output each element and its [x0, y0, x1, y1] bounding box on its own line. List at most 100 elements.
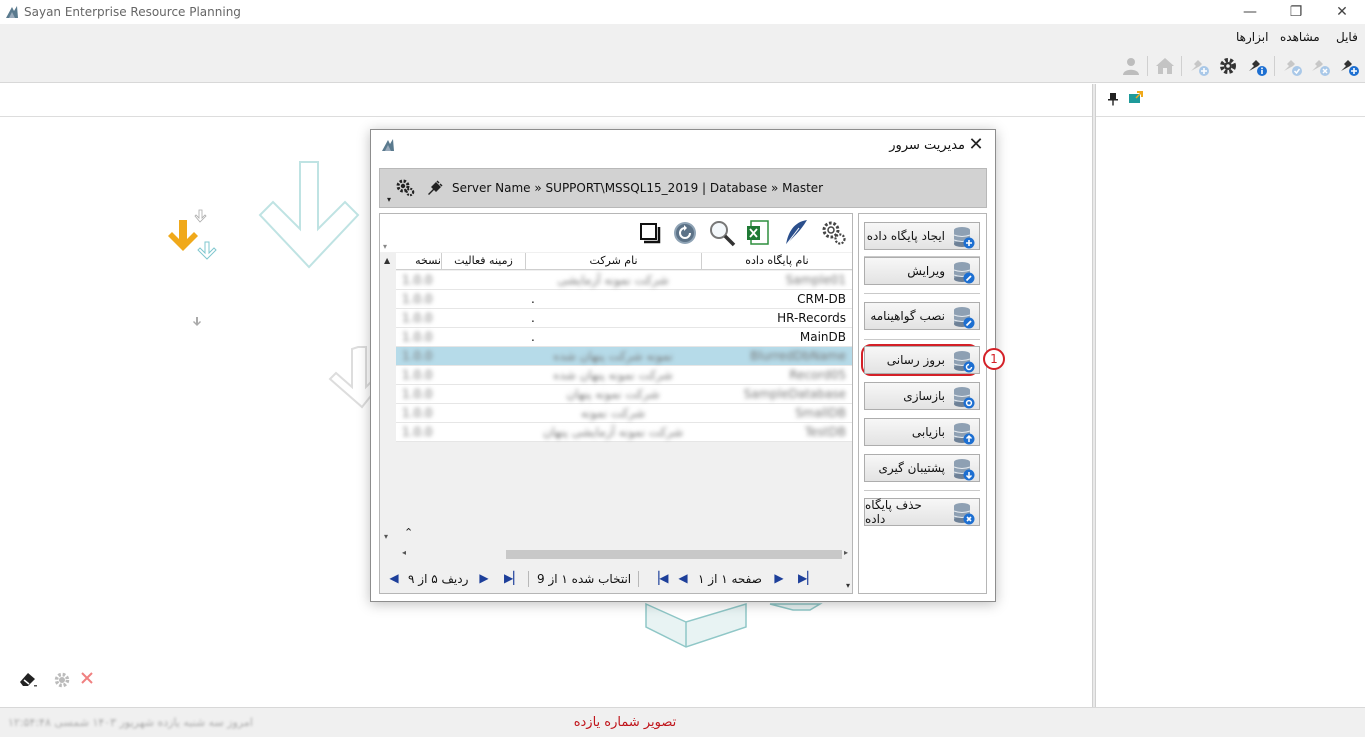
grid-toolbar: ▾ [380, 214, 852, 252]
pin-icon[interactable] [1107, 92, 1119, 109]
app-logo-icon [5, 5, 19, 22]
app-title: Sayan Enterprise Resource Planning [24, 5, 241, 19]
table-row[interactable]: MainDB . 1.0.0 [396, 328, 852, 347]
column-db-name[interactable]: نام پایگاه داده [701, 253, 852, 270]
table-row[interactable]: SmallDB شرکت نمونه 1.0.0 [396, 404, 852, 423]
grid-header: نام پایگاه داده نام شرکت زمینه فعالیت نس… [396, 253, 852, 270]
row-prev-icon[interactable]: ◀ [388, 571, 400, 585]
update-database-button[interactable]: بروز رسانی [864, 346, 980, 374]
restore-button[interactable]: ❐ [1273, 0, 1319, 24]
dialog-close-button[interactable]: ✕ [965, 134, 987, 156]
table-row[interactable]: TestDB شرکت نمونه آزمایشی پنهان 1.0.0 [396, 423, 852, 442]
row-last-icon[interactable]: ▶▏ [504, 571, 522, 585]
table-row[interactable]: CRM-DB . 1.0.0 [396, 290, 852, 309]
excel-icon[interactable] [745, 219, 771, 250]
table-row[interactable]: Record05 شرکت نمونه پنهان شده 1.0.0 [396, 366, 852, 385]
page-first-icon[interactable]: ▕◀ [650, 571, 668, 585]
menu-bar: فایل مشاهده ابزارها [0, 24, 1365, 48]
plugin-add-icon[interactable] [1337, 54, 1361, 78]
scrollbar-thumb[interactable] [506, 550, 842, 559]
scroll-right-icon[interactable]: ▸ [844, 548, 848, 557]
page-prev-icon[interactable]: ◀ [677, 571, 689, 585]
database-add-icon [952, 226, 976, 253]
sort-up-icon[interactable]: ▲ [384, 256, 390, 265]
server-management-dialog: مدیریت سرور ✕ ▾ Server Name » SUPPORT\MS… [370, 129, 1005, 602]
create-database-button[interactable]: ایجاد پایگاه داده [864, 222, 980, 250]
database-recover-icon [952, 422, 976, 449]
copy-icon[interactable] [638, 221, 662, 248]
page-position-text: صفحه ۱ از ۱ [698, 572, 762, 586]
dropdown-arrow-icon[interactable]: ▾ [387, 195, 391, 204]
document-tab-bar [0, 84, 1092, 117]
plugin-info-icon[interactable] [1245, 54, 1269, 78]
settings-gears-icon[interactable] [394, 177, 416, 202]
column-company[interactable]: نام شرکت [525, 253, 701, 270]
database-grid-panel: ▾ ▲ نام پایگاه داده نام شرکت زمینه فعالی… [379, 213, 853, 594]
home-icon[interactable] [1153, 54, 1177, 78]
collapse-up-icon[interactable]: ⌃ [404, 526, 413, 539]
row-next-icon[interactable]: ▶ [478, 571, 490, 585]
close-window-button[interactable]: ✕ [1319, 0, 1365, 24]
eraser-icon[interactable] [18, 670, 38, 691]
recover-database-button[interactable]: بازیابی [864, 418, 980, 446]
menu-file[interactable]: فایل [1336, 30, 1358, 44]
backup-database-button[interactable]: پشتیبان گیری [864, 454, 980, 482]
status-bar: امروز سه شنبه یازده شهریور ۱۴۰۳ شمسی ۱۲:… [0, 707, 1365, 737]
scroll-left-icon[interactable]: ◂ [402, 548, 406, 557]
database-certificate-icon [952, 306, 976, 333]
close-red-icon[interactable] [80, 671, 94, 688]
database-backup-icon [952, 458, 976, 485]
action-panel: ایجاد پایگاه داده ویرایش نصب گواهینامه ب… [858, 213, 987, 594]
connection-info: Server Name » SUPPORT\MSSQL15_2019 | Dat… [452, 181, 824, 195]
horizontal-scrollbar[interactable]: ◂ ▸ [396, 548, 852, 560]
main-toolbar [0, 48, 1365, 83]
database-edit-icon [952, 261, 976, 288]
database-update-icon [952, 350, 976, 377]
title-bar: Sayan Enterprise Resource Planning — ❐ ✕ [0, 0, 1365, 24]
right-panel [1096, 84, 1365, 707]
settings-disabled-icon[interactable] [53, 671, 71, 692]
grid-body: Sample01 شرکت نمونه آزمایشی 1.0.0 CRM-DB… [396, 271, 852, 525]
row-dropdown-icon[interactable]: ▾ [384, 532, 388, 541]
plug-icon[interactable] [426, 179, 444, 200]
page-next-icon[interactable]: ▶ [773, 571, 785, 585]
bottom-tools [18, 670, 98, 690]
table-row[interactable]: SampleDatabase شرکت نمونه پنهان 1.0.0 [396, 385, 852, 404]
table-row[interactable]: Sample01 شرکت نمونه آزمایشی 1.0.0 [396, 271, 852, 290]
connection-bar: ▾ Server Name » SUPPORT\MSSQL15_2019 | D… [379, 168, 987, 208]
pager-dropdown-icon[interactable]: ▾ [846, 581, 850, 590]
feather-pen-icon[interactable] [782, 218, 810, 251]
rebuild-database-button[interactable]: بازسازی [864, 382, 980, 410]
step-number-badge: 1 [983, 348, 1005, 370]
selection-text: انتخاب شده ۱ از 9 [537, 572, 632, 586]
menu-view[interactable]: مشاهده [1280, 30, 1320, 44]
edit-database-button[interactable]: ویرایش [864, 257, 980, 285]
search-icon[interactable] [707, 218, 737, 251]
toolbar-dropdown-icon[interactable]: ▾ [383, 242, 387, 251]
row-position-text: ردیف ۵ از ۹ [408, 572, 469, 586]
refresh-icon[interactable] [672, 220, 698, 249]
image-caption: تصویر شماره یازده [573, 715, 677, 730]
column-version[interactable]: نسخه [396, 253, 441, 270]
page-last-icon[interactable]: ▶▏ [798, 571, 816, 585]
gear-icon[interactable] [1216, 54, 1240, 78]
dialog-title: مدیریت سرور [889, 138, 965, 153]
database-delete-icon [952, 502, 976, 529]
database-rebuild-icon [952, 386, 976, 413]
delete-database-button[interactable]: حذف پایگاه داده [864, 498, 980, 526]
grid-pager: ◀ ردیف ۵ از ۹ ▶ ▶▏ انتخاب شده ۱ از 9 ▕◀ … [380, 563, 852, 593]
plugin-add-disabled-icon[interactable] [1187, 54, 1211, 78]
grid-settings-icon[interactable] [820, 219, 848, 250]
panel-image-icon[interactable] [1128, 91, 1143, 109]
minimize-button[interactable]: — [1227, 0, 1273, 24]
dialog-logo-icon [381, 138, 395, 155]
plugin-check-disabled-icon[interactable] [1280, 54, 1304, 78]
install-certificate-button[interactable]: نصب گواهینامه [864, 302, 980, 330]
table-row[interactable]: HR-Records . 1.0.0 [396, 309, 852, 328]
plugin-remove-disabled-icon[interactable] [1308, 54, 1332, 78]
right-panel-header [1096, 84, 1365, 117]
column-activity[interactable]: زمینه فعالیت [441, 253, 525, 270]
menu-tools[interactable]: ابزارها [1236, 30, 1268, 44]
user-icon[interactable] [1119, 54, 1143, 78]
table-row-selected[interactable]: BlurredDbName نمونه شرکت پنهان شده 1.0.0 [396, 347, 852, 366]
